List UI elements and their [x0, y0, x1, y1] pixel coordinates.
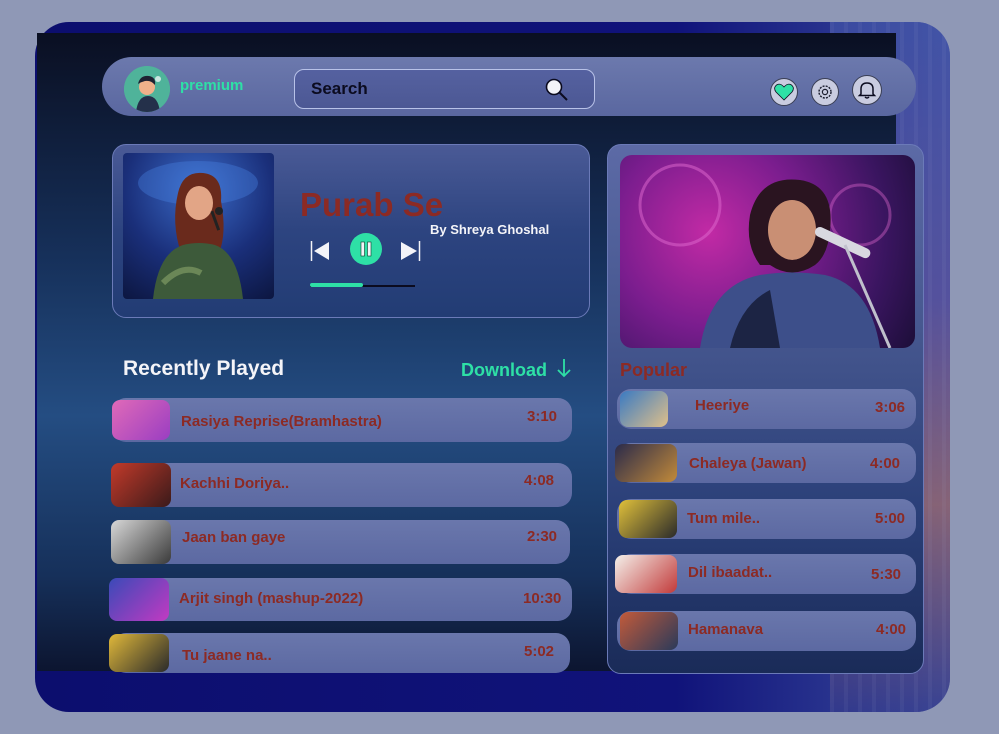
recent-duration: 3:10 [527, 408, 558, 425]
now-playing-artist: By Shreya Ghoshal [430, 222, 550, 237]
popular-song-title: Tum mile.. [687, 510, 761, 527]
settings-button[interactable] [811, 78, 839, 106]
progress-fill [310, 283, 363, 287]
popular-duration: 5:00 [875, 510, 906, 527]
arrow-down-icon [557, 359, 571, 378]
recent-song-title: Kachhi Doriya.. [180, 475, 290, 492]
play-pause-button[interactable] [350, 233, 382, 270]
popular-title: Popular [620, 360, 688, 380]
popular-thumbnail[interactable] [620, 612, 678, 650]
next-track-button[interactable] [400, 240, 422, 267]
popular-song-title: Dil ibaadat.. [688, 564, 773, 581]
bell-icon [857, 82, 877, 99]
recent-song-title: Jaan ban gaye [182, 529, 286, 546]
previous-track-icon [310, 241, 329, 261]
recently-played-title: Recently Played [123, 357, 285, 380]
download-label: Download [461, 360, 547, 380]
popular-duration: 4:00 [876, 621, 907, 638]
pause-icon [350, 233, 382, 265]
notifications-button[interactable] [852, 75, 882, 105]
download-button[interactable]: Download [461, 358, 572, 381]
next-track-icon [401, 241, 421, 261]
recent-thumbnail[interactable] [112, 400, 170, 440]
popular-duration: 4:00 [870, 455, 901, 472]
recent-duration: 10:30 [523, 590, 562, 607]
featured-artwork[interactable] [620, 155, 915, 348]
recent-song-title: Rasiya Reprise(Bramhastra) [181, 413, 382, 430]
popular-song-title: Heeriye [695, 397, 750, 414]
singer-photo [138, 161, 258, 299]
heart-icon [774, 83, 794, 101]
recent-song-title: Tu jaane na.. [182, 647, 272, 664]
recent-row[interactable] [112, 520, 570, 564]
popular-thumbnail[interactable] [615, 555, 677, 593]
popular-duration: 3:06 [875, 399, 906, 416]
recent-thumbnail[interactable] [111, 463, 171, 507]
recent-song-title: Arjit singh (mashup-2022) [179, 590, 364, 607]
avatar[interactable] [124, 66, 170, 112]
popular-song-title: Hamanava [688, 621, 764, 638]
now-playing-title: Purab Se [300, 186, 444, 223]
popular-thumbnail[interactable] [619, 500, 677, 538]
user-avatar-icon [124, 66, 170, 112]
now-playing-artwork[interactable] [123, 153, 274, 299]
previous-track-button[interactable] [310, 240, 330, 267]
search-box[interactable] [294, 69, 595, 109]
popular-song-title: Chaleya (Jawan) [689, 455, 807, 472]
search-icon[interactable] [544, 77, 570, 108]
recent-thumbnail[interactable] [109, 578, 169, 621]
recent-duration: 2:30 [527, 528, 558, 545]
popular-duration: 5:30 [871, 566, 902, 583]
brand-label: premium [180, 77, 244, 94]
popular-thumbnail[interactable] [615, 444, 677, 482]
gear-icon [818, 85, 832, 99]
favorites-button[interactable] [770, 78, 798, 106]
popular-thumbnail[interactable] [620, 391, 668, 427]
recent-duration: 5:02 [524, 643, 555, 660]
featured-singer-photo [638, 163, 892, 348]
recent-thumbnail[interactable] [111, 520, 171, 564]
recent-duration: 4:08 [524, 472, 555, 489]
recent-row[interactable] [112, 633, 570, 673]
search-input[interactable] [311, 79, 531, 99]
recent-thumbnail[interactable] [109, 634, 169, 672]
